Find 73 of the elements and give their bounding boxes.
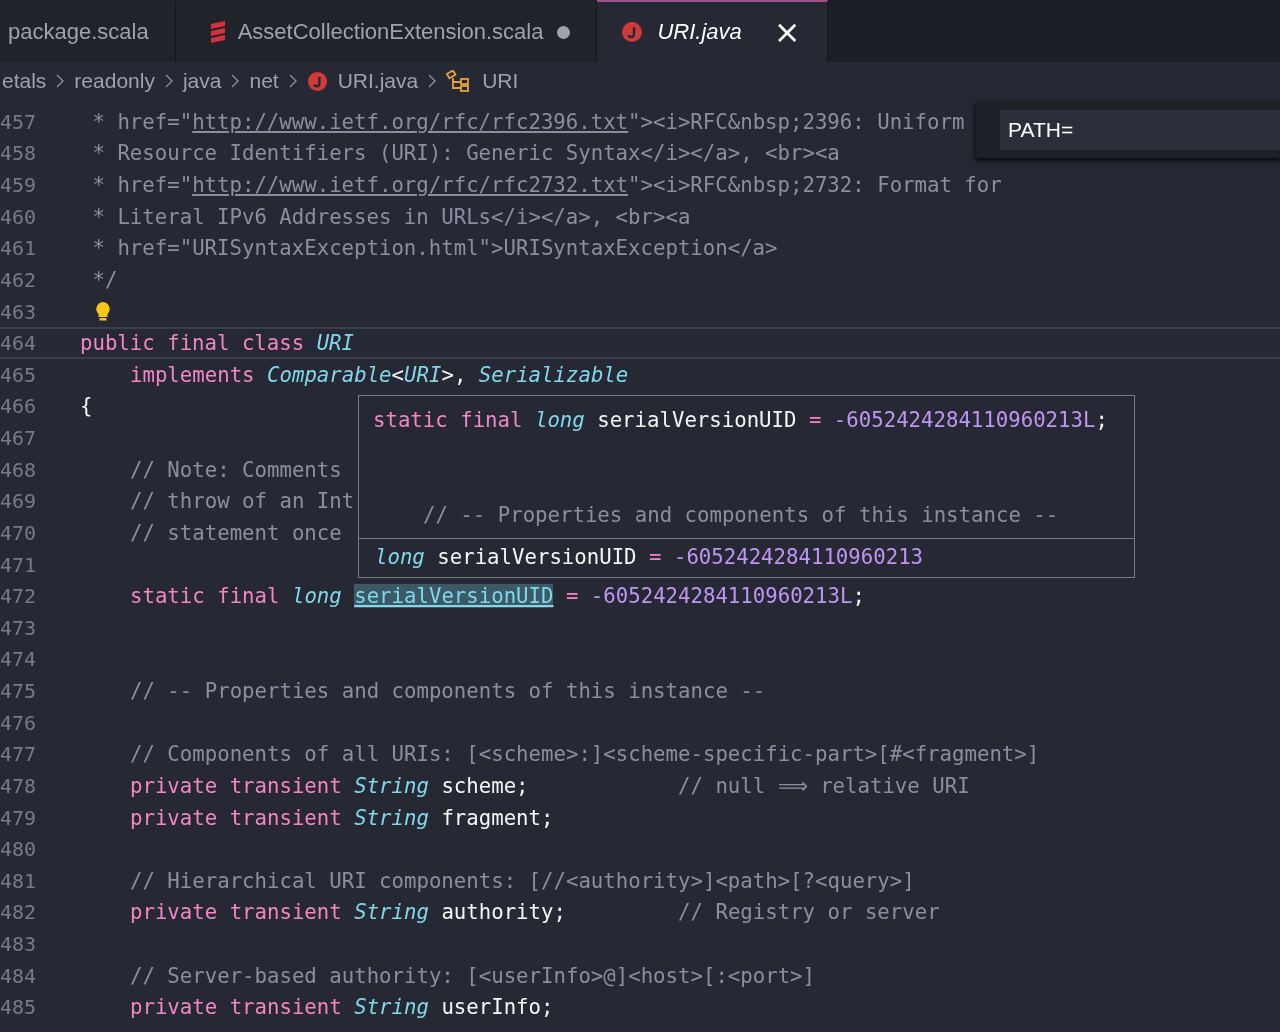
line-number: 471 [0,552,34,577]
line-number: 458 [0,141,34,166]
chevron-icon [428,74,437,88]
line-number: 479 [0,805,34,830]
line-number: 468 [0,457,34,482]
line-number: 466 [0,394,34,419]
j-circle-icon [621,21,644,43]
code-line: // throw of an Int [130,489,355,514]
code-line: // statement once [130,520,342,545]
line-number: 461 [0,236,34,261]
line-number: 480 [0,837,34,862]
chevron-icon [56,74,65,88]
editor-tab[interactable]: AssetCollectionExtension.scala [175,0,598,62]
chevron-icon [164,74,173,88]
breadcrumb-item[interactable]: readonly [74,69,155,93]
line-number: 484 [0,963,34,988]
breadcrumb-item[interactable]: java [182,69,222,93]
editor-tab[interactable]: package.scala [0,0,176,62]
line-number: 465 [0,362,34,387]
line-number: 459 [0,173,34,198]
code-line: * href="URISyntaxException.html">URISyntaxException</a> [92,236,778,261]
code-line: // Components of all URIs: [<scheme>:]<scheme-specific-part>[#<fragment>] [130,742,1040,767]
code-line: private transient String authority; // Registry or server [130,900,940,925]
j-circle-icon [306,70,328,92]
line-number: 473 [0,615,34,640]
code-line: * href="http://www.ietf.org/rfc/rfc2732.txt"><i>RFC&nbsp;2732: Format for [92,173,1002,198]
line-number: 477 [0,742,34,767]
breadcrumb-item[interactable]: net [249,69,279,93]
line-number: 475 [0,679,34,704]
breadcrumb-item[interactable]: etals [2,69,47,93]
line-number: 462 [0,267,34,292]
code-line: */ [92,267,118,292]
line-number: 474 [0,647,34,672]
breadcrumb-item[interactable]: URI [482,69,519,93]
line-number: 485 [0,995,34,1020]
code-line: private transient String scheme; // null ⟹ relative URI [130,773,970,798]
code-line: // Note: Comments [130,457,342,482]
code-line: private transient String fragment; [130,805,554,830]
breadcrumb-item[interactable]: URI.java [337,69,419,93]
line-number: 482 [0,900,34,925]
find-input[interactable]: PATH= [1000,110,1280,150]
code-line: public final class URI [80,331,355,356]
line-number: 470 [0,520,34,545]
code-line: * Literal IPv6 Addresses in URLs</i></a>, <br><a [92,204,691,229]
chevron-icon [288,74,297,88]
line-number: 469 [0,489,34,514]
code-line: * href="http://www.ietf.org/rfc/rfc2396.txt"><i>RFC&nbsp;2396: Uniform [92,109,965,134]
code-line: // -- Properties and components of this instance -- [130,679,766,704]
line-number: 457 [0,109,34,134]
line-number: 463 [0,299,34,324]
line-number: 481 [0,868,34,893]
code-line: private transient String userInfo; [130,995,554,1020]
lightbulb-icon[interactable] [94,300,111,323]
close-button[interactable]: × [773,16,801,48]
line-number: 476 [0,710,34,735]
line-number: 478 [0,773,34,798]
signature-text: long serialVersionUID = -6052424284110960213 [375,545,924,570]
code-line: { [80,394,93,419]
stacked-bars-icon [209,21,226,43]
line-number: 483 [0,932,34,957]
code-line: static final long serialVersionUID = -6052424284110960213L; [373,407,1108,432]
line-number: 472 [0,584,34,609]
code-line: // Server-based authority: [<userInfo>@]<host>[:<port>] [130,963,816,988]
code-line: // Hierarchical URI components: [//<authority>]<path>[?<query>] [130,868,915,893]
code-line: static final long serialVersionUID = -6052424284110960213L; [130,584,865,609]
code-line: implements Comparable<URI>, Serializable [130,362,629,387]
line-number: 467 [0,426,34,451]
code-line: // -- Properties and components of this instance -- [423,502,1059,527]
code-line: * Resource Identifiers (URI): Generic Syntax</i></a>, <br><a [92,141,840,166]
line-number: 460 [0,204,34,229]
line-number: 464 [0,331,34,356]
editor-tab[interactable]: URI.java × [597,0,828,62]
chevron-icon [231,74,240,88]
